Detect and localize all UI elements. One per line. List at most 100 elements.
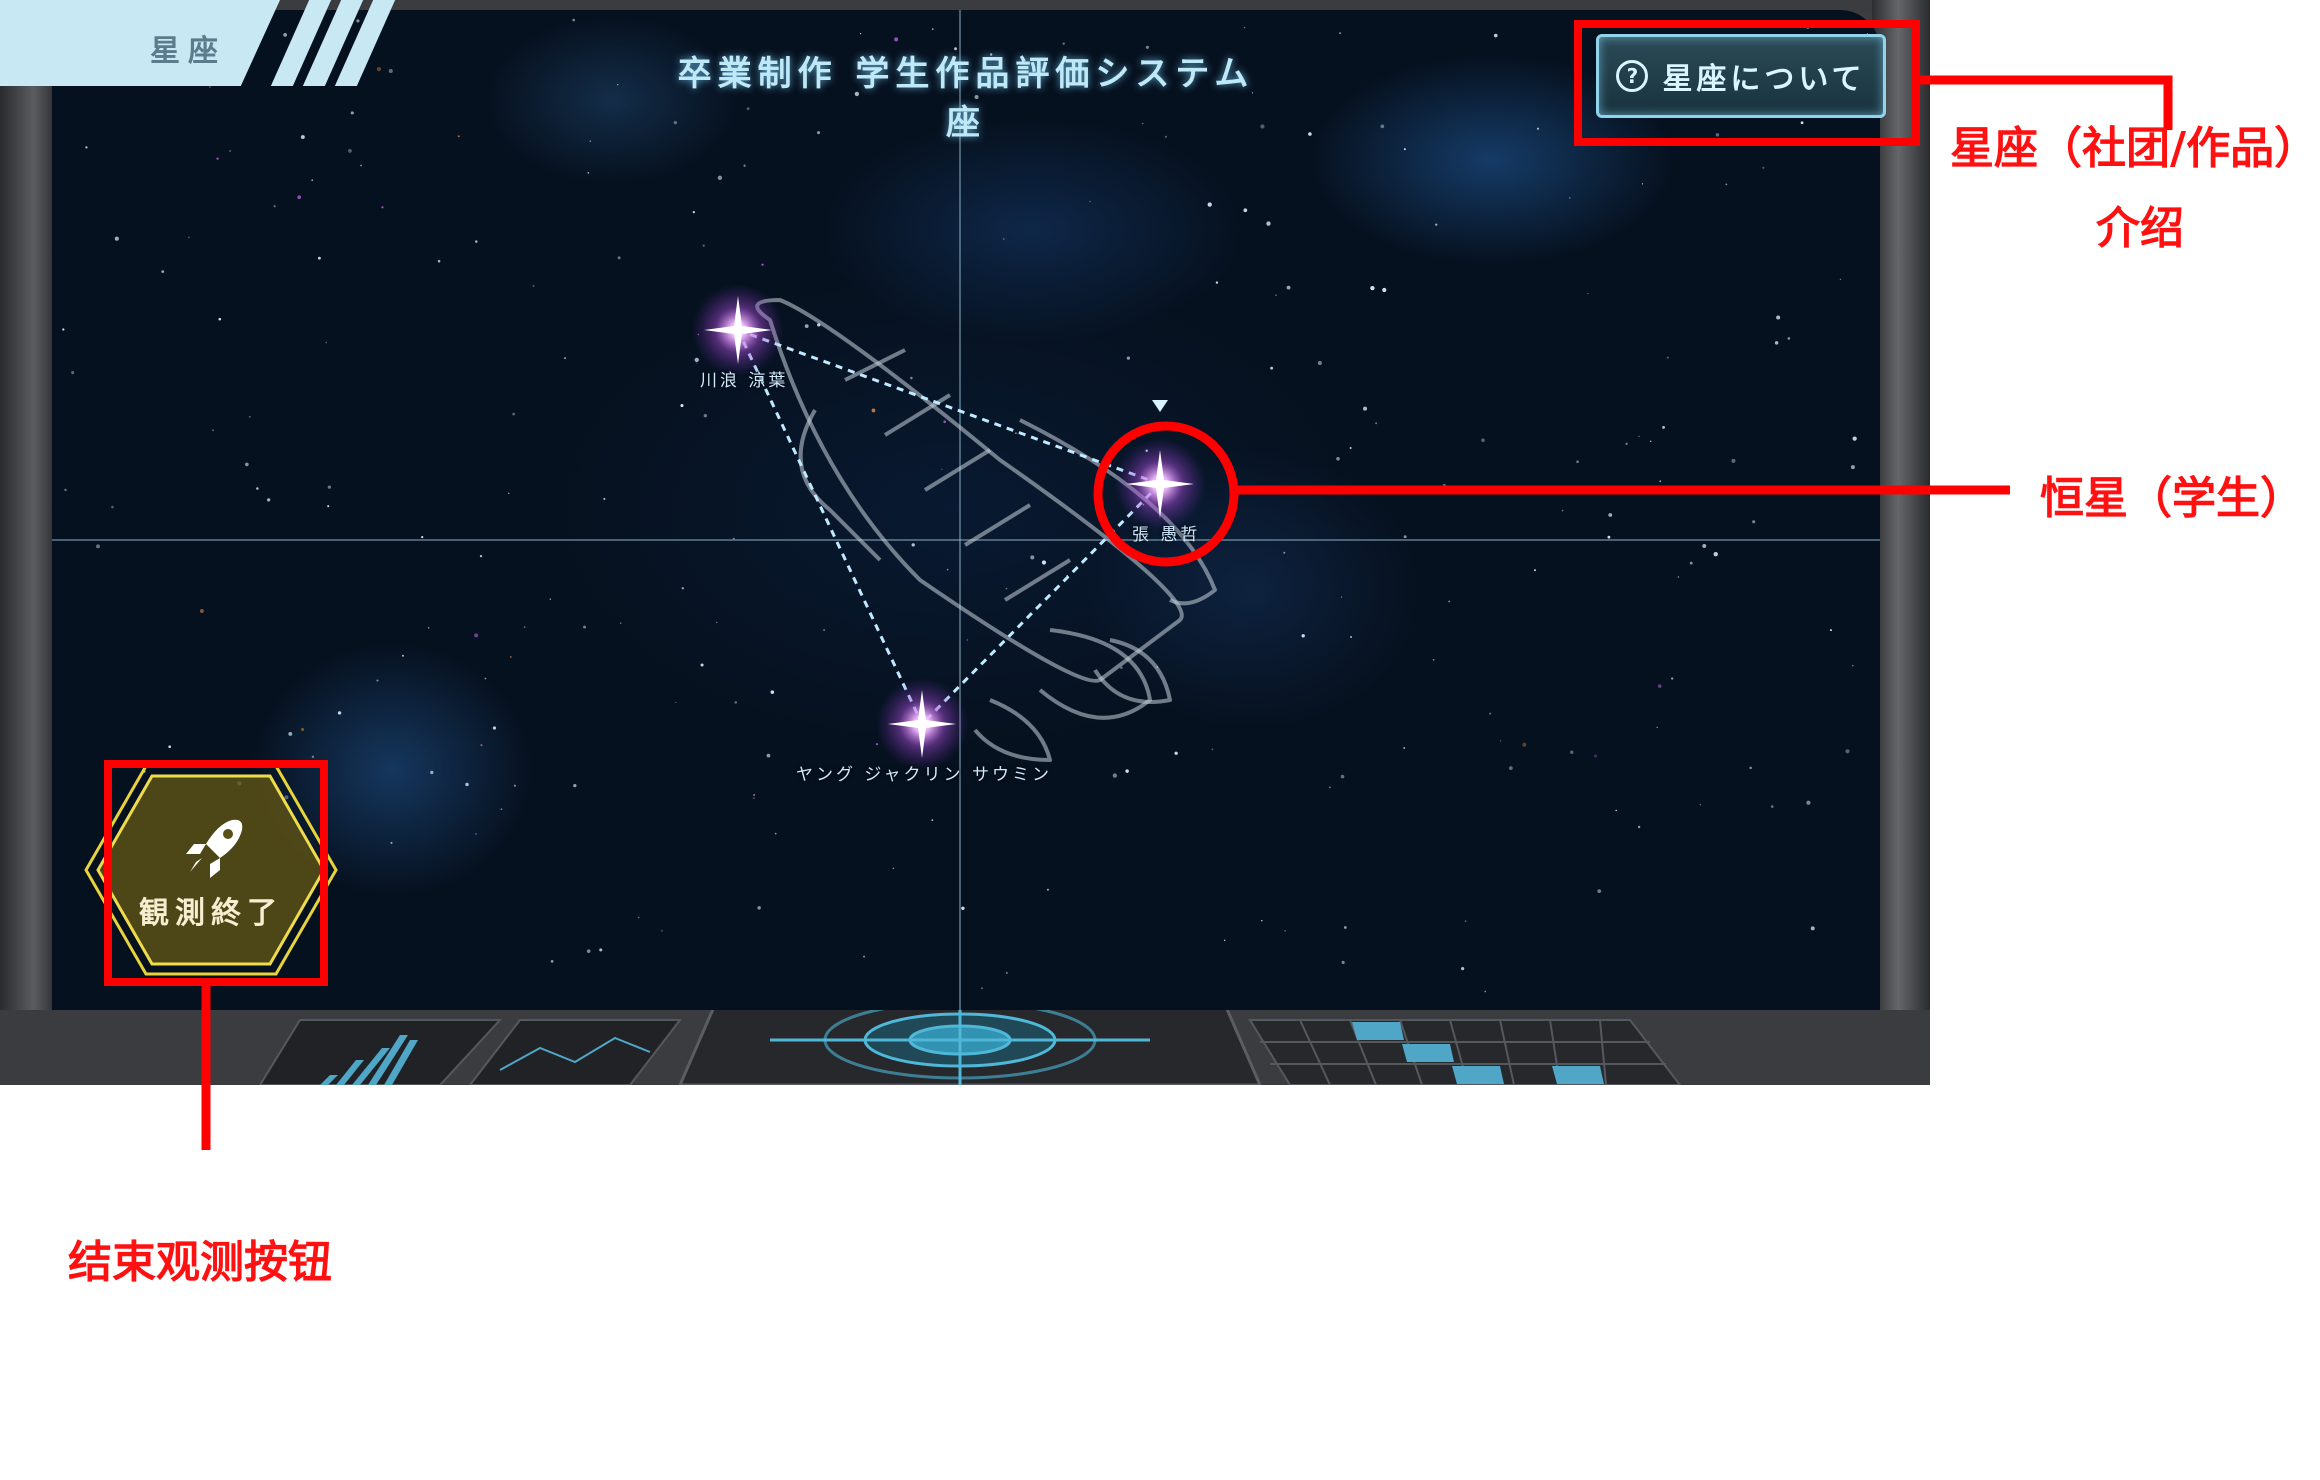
background-star [694,357,699,363]
background-star [1403,148,1406,151]
background-star [1637,825,1641,829]
background-star [1174,751,1178,755]
background-star [267,498,271,502]
background-star [311,755,315,758]
background-star [200,609,204,613]
background-star [931,28,934,31]
background-star [1699,804,1702,806]
background-star [532,284,535,287]
background-star [1770,805,1774,808]
background-star [1448,600,1450,603]
background-star [1829,629,1832,632]
background-star [1615,809,1617,812]
background-star [910,376,913,380]
background-star [1810,926,1815,931]
background-star [586,949,591,953]
background-star [1752,520,1756,524]
background-star [1340,774,1345,779]
background-star [1349,446,1352,450]
background-star [1112,773,1118,778]
background-star [871,408,876,413]
background-star [71,371,75,375]
background-star [766,753,771,758]
window-frame-left [0,0,56,1085]
background-star [1702,543,1707,548]
background-star [770,690,775,694]
star-3[interactable] [876,678,968,770]
background-star [1608,513,1613,517]
background-star [734,701,738,704]
background-star [894,37,899,42]
background-star [430,770,434,775]
background-star [229,150,231,152]
background-star [376,66,382,72]
background-star [1243,26,1246,29]
star-label: 川浪 涼葉 [700,371,789,391]
background-star [161,270,165,274]
background-star [863,955,865,958]
background-star [327,505,330,508]
background-star [1215,281,1219,284]
background-star [1484,990,1487,993]
background-star [474,633,479,638]
background-star [1671,677,1674,680]
background-star [599,948,603,952]
background-star [1336,457,1340,461]
background-star [325,341,328,344]
background-star [573,783,577,788]
star-label: 張 愚哲 [1132,525,1201,545]
background-star [168,745,171,749]
background-star [1301,634,1305,638]
background-star [1493,33,1498,38]
background-star [549,598,551,600]
background-star [421,536,424,539]
background-star [1275,294,1277,297]
background-star [317,256,321,260]
background-star [390,841,393,844]
window-frame-right [1872,0,1930,1085]
background-star [892,867,895,870]
background-star [911,543,915,547]
background-star [1625,442,1628,446]
star-2[interactable] [1114,438,1206,530]
background-star [1343,926,1347,929]
background-star [1489,712,1492,715]
background-star [311,179,313,181]
background-star [715,621,718,624]
background-star [1089,200,1091,203]
background-star [1260,124,1265,129]
background-star [1261,919,1263,922]
background-star [1481,438,1485,442]
background-star [381,206,384,209]
background-star [1223,939,1226,942]
background-star [583,625,587,629]
background-star [256,487,259,490]
background-star [1382,287,1387,293]
background-star [1005,971,1008,974]
background-star [1762,166,1765,169]
background-star [218,317,222,321]
background-star [680,404,684,408]
star-1[interactable] [692,284,784,376]
background-star [1005,587,1008,590]
background-star [1597,889,1602,894]
background-star [692,210,695,214]
background-star [1266,221,1271,226]
background-star [700,663,704,667]
background-star [1677,576,1680,578]
background-star [550,960,554,963]
background-star [1283,551,1286,554]
background-star [513,784,516,787]
background-star [474,240,478,243]
background-star [961,906,965,910]
background-star [283,33,287,37]
background-star [1850,465,1855,470]
background-star [512,412,516,416]
annotation-box-about [1574,20,1920,146]
background-star [360,164,362,167]
background-star [273,205,276,208]
background-star [475,833,477,835]
background-star [111,505,114,509]
background-star [479,554,483,558]
background-star [301,727,305,732]
